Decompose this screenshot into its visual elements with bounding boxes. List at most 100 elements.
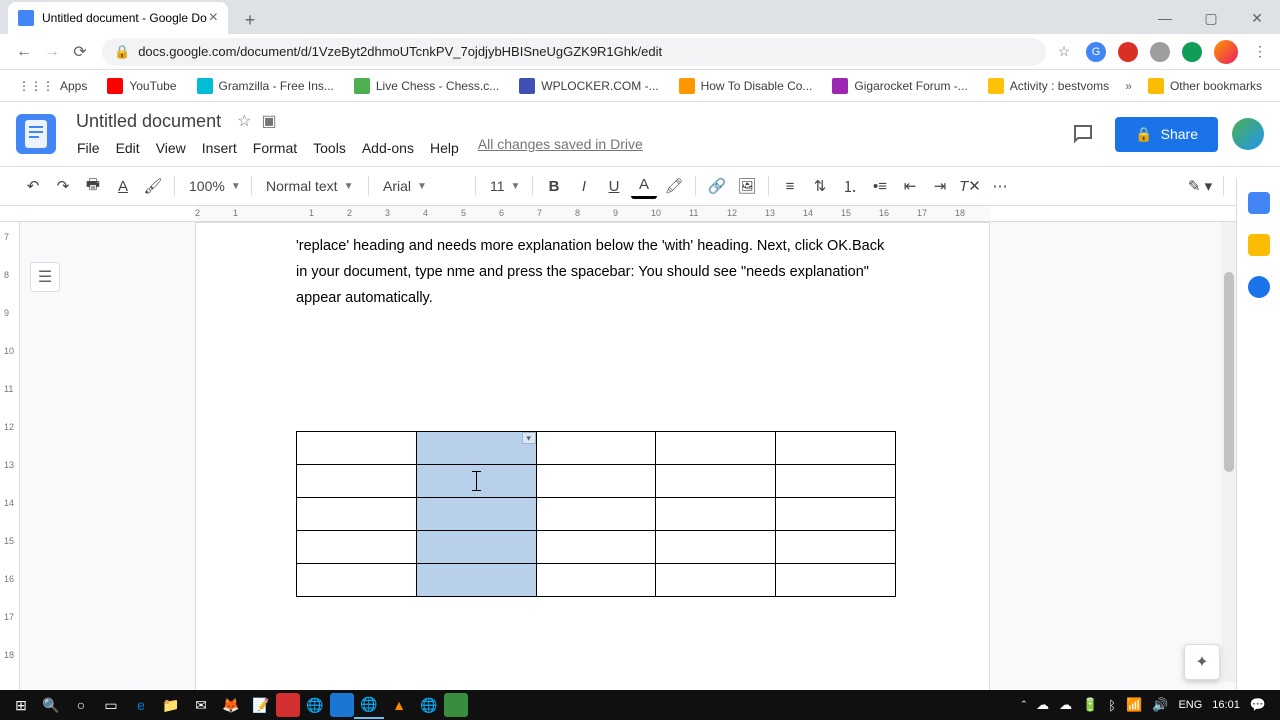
- bookmark-item[interactable]: WPLOCKER.COM -...: [511, 74, 666, 98]
- table-cell-selected[interactable]: [416, 564, 536, 597]
- table-cell-selected[interactable]: ▾: [416, 432, 536, 465]
- app-icon[interactable]: [444, 693, 468, 717]
- menu-tools[interactable]: Tools: [306, 136, 353, 160]
- table-cell[interactable]: [297, 465, 417, 498]
- close-window-button[interactable]: ✕: [1234, 2, 1280, 34]
- docs-home-button[interactable]: [16, 114, 56, 154]
- table-cell[interactable]: [776, 498, 896, 531]
- table-row[interactable]: [297, 531, 896, 564]
- move-folder-icon[interactable]: ▣: [261, 111, 276, 131]
- reload-button[interactable]: ⟳: [66, 38, 94, 66]
- vertical-scrollbar[interactable]: [1222, 222, 1236, 682]
- table-cell[interactable]: [536, 465, 656, 498]
- menu-file[interactable]: File: [70, 136, 107, 160]
- bookmark-item[interactable]: Gigarocket Forum -...: [824, 74, 975, 98]
- table-cell[interactable]: [297, 531, 417, 564]
- new-tab-button[interactable]: +: [236, 6, 264, 34]
- firefox-icon[interactable]: 🦊: [216, 691, 246, 719]
- vertical-ruler[interactable]: 789101112131415161718: [0, 222, 20, 690]
- maximize-button[interactable]: ▢: [1188, 2, 1234, 34]
- spellcheck-button[interactable]: A: [110, 173, 136, 199]
- decrease-indent-button[interactable]: ⇤: [897, 173, 923, 199]
- body-paragraph[interactable]: 'replace' heading and needs more explana…: [296, 233, 889, 311]
- document-table[interactable]: ▾: [296, 431, 896, 597]
- url-input[interactable]: 🔒 docs.google.com/document/d/1VzeByt2dhm…: [102, 38, 1046, 66]
- print-button[interactable]: 🖶: [80, 173, 106, 199]
- table-cell[interactable]: [656, 531, 776, 564]
- table-cell[interactable]: [776, 531, 896, 564]
- more-tools-button[interactable]: ⋯: [987, 173, 1013, 199]
- browser-menu-icon[interactable]: ⋮: [1250, 42, 1270, 62]
- notifications-icon[interactable]: 💬: [1250, 697, 1266, 713]
- table-row[interactable]: ▾: [297, 432, 896, 465]
- menu-addons[interactable]: Add-ons: [355, 136, 421, 160]
- share-button[interactable]: 🔒 Share: [1115, 117, 1218, 152]
- table-cell[interactable]: [776, 432, 896, 465]
- numbered-list-button[interactable]: ⒈: [837, 173, 863, 199]
- minimize-button[interactable]: —: [1142, 2, 1188, 34]
- extension-icon-2[interactable]: [1118, 42, 1138, 62]
- underline-button[interactable]: U: [601, 173, 627, 199]
- table-cell[interactable]: [656, 432, 776, 465]
- forward-button[interactable]: →: [38, 38, 66, 66]
- language-indicator[interactable]: ENG: [1178, 699, 1202, 711]
- paint-format-button[interactable]: 🖌: [140, 173, 166, 199]
- bluetooth-icon[interactable]: ᛒ: [1108, 698, 1116, 713]
- insert-image-button[interactable]: 🖼: [734, 173, 760, 199]
- bookmark-item[interactable]: Live Chess - Chess.c...: [346, 74, 507, 98]
- browser-tab[interactable]: Untitled document - Google Do ×: [8, 2, 228, 34]
- search-button[interactable]: 🔍: [36, 691, 66, 719]
- text-color-button[interactable]: A: [631, 173, 657, 199]
- fontsize-dropdown[interactable]: 11▼: [484, 178, 524, 194]
- align-button[interactable]: ≡: [777, 173, 803, 199]
- highlight-button[interactable]: 🖍: [661, 173, 687, 199]
- volume-icon[interactable]: 🔊: [1152, 697, 1168, 713]
- outline-toggle-button[interactable]: ☰: [30, 262, 60, 292]
- app-icon[interactable]: [276, 693, 300, 717]
- calendar-addon-icon[interactable]: [1248, 192, 1270, 214]
- mail-icon[interactable]: ✉: [186, 691, 216, 719]
- italic-button[interactable]: I: [571, 173, 597, 199]
- table-cell[interactable]: [656, 564, 776, 597]
- extension-icon-1[interactable]: G: [1086, 42, 1106, 62]
- menu-insert[interactable]: Insert: [195, 136, 244, 160]
- extension-icon-4[interactable]: [1182, 42, 1202, 62]
- apps-shortcut[interactable]: ⋮⋮⋮ Apps: [10, 75, 95, 97]
- document-page[interactable]: 'replace' heading and needs more explana…: [195, 222, 990, 692]
- account-avatar[interactable]: [1232, 118, 1264, 150]
- table-row[interactable]: [297, 564, 896, 597]
- table-cell-selected[interactable]: [416, 531, 536, 564]
- clock[interactable]: 16:01: [1212, 699, 1240, 711]
- table-row[interactable]: [297, 465, 896, 498]
- vlc-icon[interactable]: ▲: [384, 691, 414, 719]
- star-bookmark-icon[interactable]: ☆: [1054, 42, 1074, 62]
- bookmark-item[interactable]: YouTube: [99, 74, 184, 98]
- chrome-active-icon[interactable]: 🌐: [354, 691, 384, 719]
- redo-button[interactable]: ↷: [50, 173, 76, 199]
- app-icon[interactable]: [330, 693, 354, 717]
- close-tab-icon[interactable]: ×: [209, 9, 218, 27]
- edge-icon[interactable]: e: [126, 691, 156, 719]
- document-title[interactable]: Untitled document: [70, 109, 227, 134]
- bulleted-list-button[interactable]: •≡: [867, 173, 893, 199]
- battery-icon[interactable]: 🔋: [1082, 697, 1098, 713]
- extension-icon-3[interactable]: [1150, 42, 1170, 62]
- bookmark-item[interactable]: How To Disable Co...: [671, 74, 821, 98]
- insert-link-button[interactable]: 🔗: [704, 173, 730, 199]
- increase-indent-button[interactable]: ⇥: [927, 173, 953, 199]
- horizontal-ruler[interactable]: 21123456789101112131415161718: [0, 206, 1280, 222]
- tray-overflow-icon[interactable]: ˆ: [1022, 698, 1026, 713]
- tasks-addon-icon[interactable]: [1248, 276, 1270, 298]
- table-cell[interactable]: [776, 465, 896, 498]
- line-spacing-button[interactable]: ⇅: [807, 173, 833, 199]
- back-button[interactable]: ←: [10, 38, 38, 66]
- bookmarks-overflow-icon[interactable]: »: [1125, 79, 1132, 93]
- font-dropdown[interactable]: Arial▼: [377, 178, 467, 194]
- other-bookmarks[interactable]: Other bookmarks: [1140, 74, 1270, 98]
- menu-view[interactable]: View: [149, 136, 193, 160]
- bold-button[interactable]: B: [541, 173, 567, 199]
- table-cell-selected[interactable]: [416, 498, 536, 531]
- explore-button[interactable]: ✦: [1184, 644, 1220, 680]
- star-icon[interactable]: ☆: [237, 111, 251, 131]
- onedrive-icon[interactable]: ☁: [1036, 697, 1049, 713]
